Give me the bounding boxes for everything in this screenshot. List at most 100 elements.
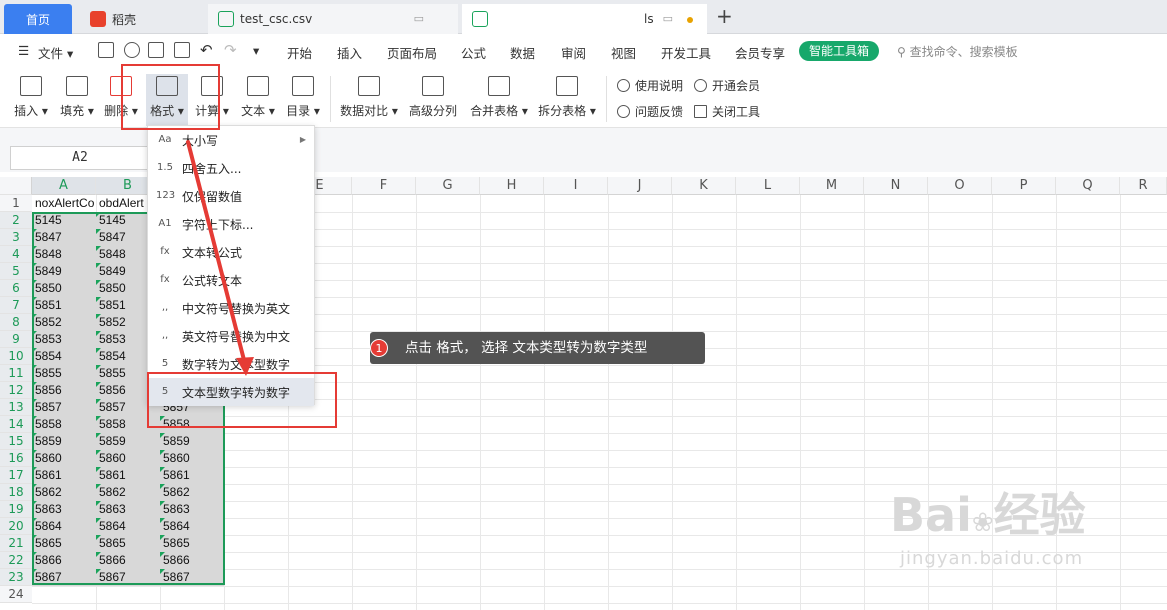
data-cell[interactable]: 5866 — [160, 552, 224, 569]
column-header-p[interactable]: P — [992, 177, 1056, 195]
format-painter-icon[interactable] — [124, 42, 140, 58]
row-header[interactable]: 8 — [0, 314, 32, 331]
menu-data[interactable]: 数据 — [510, 43, 535, 62]
data-cell[interactable]: 5858 — [32, 416, 96, 433]
tab-home[interactable]: 首页 — [4, 4, 72, 34]
data-cell[interactable]: 5848 — [32, 246, 96, 263]
data-cell[interactable]: 5851 — [32, 297, 96, 314]
column-header-m[interactable]: M — [800, 177, 864, 195]
format-menu-item[interactable]: fx 公式转文本 — [148, 266, 314, 294]
row-header[interactable]: 13 — [0, 399, 32, 416]
header-cell[interactable]: noxAlertCo — [32, 195, 96, 212]
row-header[interactable]: 5 — [0, 263, 32, 280]
print-icon[interactable] — [148, 42, 164, 58]
row-header[interactable]: 16 — [0, 450, 32, 467]
row-header[interactable]: 17 — [0, 467, 32, 484]
format-menu-item[interactable]: Aa 大小写 ▶ — [148, 126, 314, 154]
ribbon-delete-button[interactable]: 删除 ▾ — [102, 74, 140, 119]
column-header-i[interactable]: I — [544, 177, 608, 195]
ribbon-split-tables-button[interactable]: 拆分表格 ▾ — [536, 74, 598, 119]
data-cell[interactable]: 5862 — [96, 484, 160, 501]
ribbon-split-column-button[interactable]: 高级分列 — [408, 74, 458, 119]
row-header[interactable]: 23 — [0, 569, 32, 586]
row-header[interactable]: 2 — [0, 212, 32, 229]
row-header[interactable]: 21 — [0, 535, 32, 552]
save-icon[interactable] — [98, 42, 114, 58]
data-cell[interactable]: 5863 — [96, 501, 160, 518]
data-cell[interactable]: 5864 — [96, 518, 160, 535]
row-header[interactable]: 3 — [0, 229, 32, 246]
redo-icon[interactable]: ↷ — [224, 41, 237, 59]
data-cell[interactable]: 5861 — [96, 467, 160, 484]
row-header[interactable]: 19 — [0, 501, 32, 518]
format-menu-item[interactable]: ,, 英文符号替换为中文 — [148, 322, 314, 350]
data-cell[interactable]: 5859 — [160, 433, 224, 450]
row-header[interactable]: 7 — [0, 297, 32, 314]
column-header-l[interactable]: L — [736, 177, 800, 195]
data-cell[interactable]: 5858 — [96, 416, 160, 433]
row-header[interactable]: 22 — [0, 552, 32, 569]
data-cell[interactable]: 5867 — [32, 569, 96, 586]
smart-toolbox-tab[interactable]: 智能工具箱 — [799, 41, 879, 61]
data-cell[interactable]: 5860 — [32, 450, 96, 467]
new-tab-plus-icon[interactable]: + — [716, 4, 733, 28]
format-menu-item[interactable]: 123 仅保留数值 — [148, 182, 314, 210]
menu-page-layout[interactable]: 页面布局 — [387, 43, 437, 62]
data-cell[interactable]: 5853 — [32, 331, 96, 348]
data-cell[interactable]: 5849 — [32, 263, 96, 280]
ribbon-compare-button[interactable]: 数据对比 ▾ — [340, 74, 398, 119]
name-box[interactable]: A2 — [10, 146, 150, 170]
data-cell[interactable]: 5856 — [32, 382, 96, 399]
menu-formula[interactable]: 公式 — [461, 43, 486, 62]
data-cell[interactable]: 5861 — [32, 467, 96, 484]
row-header[interactable]: 12 — [0, 382, 32, 399]
data-cell[interactable]: 5863 — [32, 501, 96, 518]
data-cell[interactable]: 5867 — [96, 569, 160, 586]
menu-member[interactable]: 会员专享 — [735, 43, 785, 62]
data-cell[interactable]: 5862 — [160, 484, 224, 501]
format-menu-item[interactable]: 1.5 四舍五入... — [148, 154, 314, 182]
row-header[interactable]: 10 — [0, 348, 32, 365]
data-cell[interactable]: 5864 — [160, 518, 224, 535]
menu-view[interactable]: 视图 — [611, 43, 636, 62]
data-cell[interactable]: 5862 — [32, 484, 96, 501]
ribbon-calc-button[interactable]: 计算 ▾ — [193, 74, 231, 119]
row-header[interactable]: 1 — [0, 195, 32, 212]
data-cell[interactable]: 5145 — [32, 212, 96, 229]
data-cell[interactable]: 5859 — [96, 433, 160, 450]
column-header-f[interactable]: F — [352, 177, 416, 195]
close-tool-link[interactable]: 关闭工具 — [694, 103, 760, 120]
row-header[interactable]: 4 — [0, 246, 32, 263]
column-header-k[interactable]: K — [672, 177, 736, 195]
tab-current-file[interactable]: ls ▭ — [462, 4, 707, 34]
format-menu-item[interactable]: ,, 中文符号替换为英文 — [148, 294, 314, 322]
select-all-corner[interactable] — [0, 177, 32, 195]
data-cell[interactable]: 5857 — [32, 399, 96, 416]
print-preview-icon[interactable] — [174, 42, 190, 58]
ribbon-fill-button[interactable]: 填充 ▾ — [58, 74, 96, 119]
data-cell[interactable]: 5855 — [32, 365, 96, 382]
menu-file[interactable]: 文件 ▾ — [38, 43, 73, 62]
menu-developer[interactable]: 开发工具 — [661, 43, 711, 62]
column-header-n[interactable]: N — [864, 177, 928, 195]
data-cell[interactable]: 5859 — [32, 433, 96, 450]
row-header[interactable]: 18 — [0, 484, 32, 501]
feedback-link[interactable]: 问题反馈 — [617, 103, 683, 120]
row-header[interactable]: 15 — [0, 433, 32, 450]
command-search[interactable]: ⚲ 查找命令、搜索模板 — [897, 43, 1018, 60]
tab-csv-file[interactable]: test_csc.csv ▭ — [208, 4, 458, 34]
data-cell[interactable]: 5864 — [32, 518, 96, 535]
quick-access-dropdown-icon[interactable]: ▾ — [253, 43, 259, 58]
ribbon-format-button[interactable]: 格式 ▾ — [146, 74, 188, 126]
format-menu-item[interactable]: 5 文本型数字转为数字 — [148, 378, 314, 406]
data-cell[interactable]: 5847 — [32, 229, 96, 246]
row-header[interactable]: 11 — [0, 365, 32, 382]
row-header[interactable]: 24 — [0, 586, 32, 603]
menu-review[interactable]: 审阅 — [561, 43, 586, 62]
data-cell[interactable]: 5866 — [32, 552, 96, 569]
data-cell[interactable]: 5858 — [160, 416, 224, 433]
data-cell[interactable]: 5865 — [32, 535, 96, 552]
data-cell[interactable]: 5867 — [160, 569, 224, 586]
window-icon[interactable]: ▭ — [414, 12, 424, 25]
window-icon[interactable]: ▭ — [663, 12, 673, 25]
